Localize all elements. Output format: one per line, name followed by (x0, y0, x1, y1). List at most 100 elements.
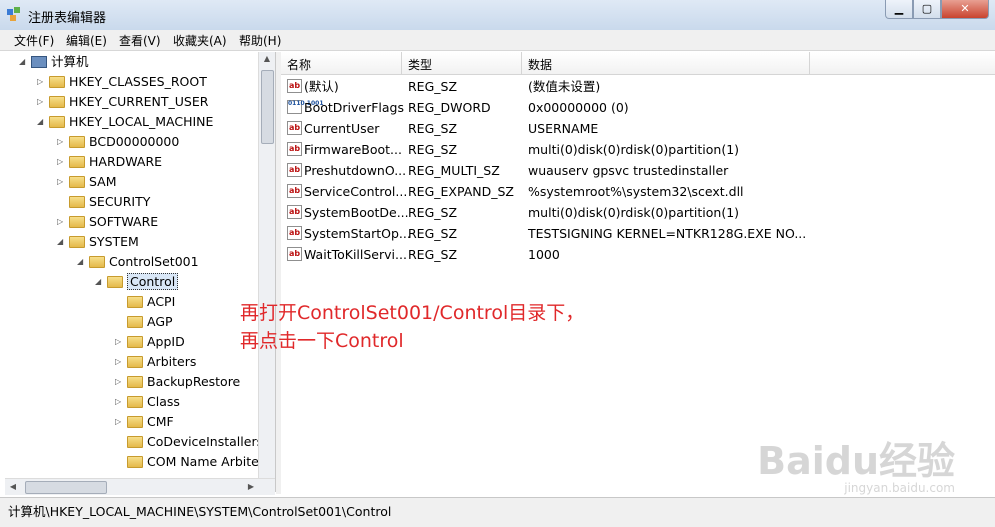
tree-node-label[interactable]: Control (127, 273, 179, 290)
value-row[interactable]: ab WaitToKillServi... REG_SZ 1000 (281, 244, 995, 265)
tree-node-label[interactable]: ControlSet001 (109, 254, 199, 269)
expanded-arrow-icon[interactable]: ◢ (77, 252, 87, 272)
tree-node-label[interactable]: SYSTEM (89, 234, 139, 249)
tree-node[interactable]: ▷ HARDWARE (57, 152, 162, 172)
expanded-arrow-icon[interactable]: ◢ (37, 112, 47, 132)
value-row[interactable]: ab SystemBootDe... REG_SZ multi(0)disk(0)rd… (281, 202, 995, 223)
menu-edit[interactable]: 编辑(E) (66, 32, 107, 49)
value-type: REG_SZ (408, 205, 458, 220)
column-header-data[interactable]: 数据 (528, 56, 552, 73)
tree-node[interactable]: SECURITY (57, 192, 150, 212)
menu-favorites[interactable]: 收藏夹(A) (173, 32, 227, 49)
value-row[interactable]: ab FirmwareBoot... REG_SZ multi(0)disk(0)rd… (281, 139, 995, 160)
folder-icon (69, 216, 85, 228)
scroll-right-arrow-icon[interactable]: ▶ (243, 479, 259, 495)
tree-node-label[interactable]: AGP (147, 314, 173, 329)
column-header-type[interactable]: 类型 (408, 56, 432, 73)
expanded-arrow-icon[interactable]: ◢ (57, 232, 67, 252)
tree-node[interactable]: ▷ HKEY_CLASSES_ROOT (37, 72, 207, 92)
collapsed-arrow-icon[interactable]: ▷ (115, 372, 125, 392)
tree-node[interactable]: ▷ Arbiters (115, 352, 196, 372)
scroll-left-arrow-icon[interactable]: ◀ (5, 479, 21, 495)
expanded-arrow-icon[interactable]: ◢ (19, 52, 29, 72)
collapsed-arrow-icon[interactable]: ▷ (115, 412, 125, 432)
tree-horizontal-scrollbar[interactable]: ◀ ▶ (5, 478, 275, 495)
tree-node[interactable]: ACPI (115, 292, 175, 312)
collapsed-arrow-icon[interactable]: ▷ (37, 92, 47, 112)
scroll-up-arrow-icon[interactable]: ▲ (259, 52, 275, 66)
tree-node[interactable]: ◢ 计算机 (19, 52, 89, 72)
tree-node-label[interactable]: COM Name Arbiter (147, 454, 264, 469)
collapsed-arrow-icon[interactable]: ▷ (57, 132, 67, 152)
collapsed-arrow-icon[interactable]: ▷ (57, 172, 67, 192)
value-row[interactable]: ab CurrentUser REG_SZ USERNAME (281, 118, 995, 139)
tree-node-label[interactable]: CoDeviceInstallers (147, 434, 263, 449)
collapsed-arrow-icon[interactable]: ▷ (115, 392, 125, 412)
tree-node-label[interactable]: SOFTWARE (89, 214, 158, 229)
tree-node[interactable]: ▷ Class (115, 392, 180, 412)
close-button[interactable]: ✕ (941, 0, 989, 19)
folder-icon (69, 196, 85, 208)
tree-node[interactable]: ◢ SYSTEM (57, 232, 139, 252)
tree-node-label[interactable]: BCD00000000 (89, 134, 179, 149)
tree-node[interactable]: AGP (115, 312, 173, 332)
folder-icon (107, 276, 123, 288)
tree-node[interactable]: ◢ Control (95, 272, 179, 292)
column-header-name[interactable]: 名称 (287, 56, 311, 73)
scroll-thumb-horizontal[interactable] (25, 481, 107, 494)
tree-node[interactable]: ▷ CMF (115, 412, 174, 432)
tree-node[interactable]: ◢ HKEY_LOCAL_MACHINE (37, 112, 213, 132)
tree-node-label[interactable]: CMF (147, 414, 174, 429)
tree-node[interactable]: ▷ AppID (115, 332, 185, 352)
value-type: REG_SZ (408, 121, 458, 136)
collapsed-arrow-icon[interactable]: ▷ (57, 152, 67, 172)
scroll-thumb[interactable] (261, 70, 274, 144)
tree-node-label[interactable]: HKEY_LOCAL_MACHINE (69, 114, 213, 129)
folder-icon (89, 256, 105, 268)
tree-node[interactable]: ▷ SAM (57, 172, 117, 192)
menu-help[interactable]: 帮助(H) (239, 32, 281, 49)
watermark-brand: Baidu经验 (757, 439, 955, 483)
tree-node[interactable]: CoDeviceInstallers (115, 432, 263, 452)
maximize-button[interactable]: ▢ (913, 0, 941, 19)
value-row[interactable]: 0110 1001 BootDriverFlags REG_DWORD 0x00000… (281, 97, 995, 118)
registry-tree[interactable]: ◢ 计算机 ▷ HKEY_CLASSES_ROOT ▷ HKEY_CURRENT_USER… (5, 52, 276, 492)
menu-view[interactable]: 查看(V) (119, 32, 161, 49)
tree-node-label[interactable]: SECURITY (89, 194, 150, 209)
folder-icon (127, 316, 143, 328)
value-data: USERNAME (528, 121, 599, 136)
tree-node-label[interactable]: HKEY_CLASSES_ROOT (69, 74, 207, 89)
value-row[interactable]: ab ServiceControl... REG_EXPAND_SZ %systemr… (281, 181, 995, 202)
value-data: 0x00000000 (0) (528, 100, 629, 115)
value-row[interactable]: ab SystemStartOp... REG_SZ TESTSIGNING KER… (281, 223, 995, 244)
tree-node-label[interactable]: ACPI (147, 294, 175, 309)
tree-node-label[interactable]: Class (147, 394, 180, 409)
tree-node-label[interactable]: HARDWARE (89, 154, 162, 169)
tree-node-label[interactable]: 计算机 (51, 54, 89, 69)
minimize-button[interactable]: ▁ (885, 0, 913, 19)
tree-node[interactable]: ▷ SOFTWARE (57, 212, 158, 232)
tree-vertical-scrollbar[interactable]: ▲ (258, 52, 275, 492)
tree-node-label[interactable]: SAM (89, 174, 117, 189)
value-row[interactable]: ab PreshutdownO... REG_MULTI_SZ wuauserv gp… (281, 160, 995, 181)
value-data: (数值未设置) (528, 79, 601, 94)
value-row[interactable]: ab (默认) REG_SZ (数值未设置) (281, 76, 995, 97)
status-path: 计算机\HKEY_LOCAL_MACHINE\SYSTEM\ControlSet… (8, 504, 392, 519)
tree-node-label[interactable]: BackupRestore (147, 374, 240, 389)
tree-node-label[interactable]: Arbiters (147, 354, 196, 369)
tree-node[interactable]: ▷ HKEY_CURRENT_USER (37, 92, 208, 112)
collapsed-arrow-icon[interactable]: ▷ (57, 212, 67, 232)
tree-node[interactable]: ▷ BCD00000000 (57, 132, 179, 152)
tree-node-label[interactable]: HKEY_CURRENT_USER (69, 94, 208, 109)
collapsed-arrow-icon[interactable]: ▷ (115, 352, 125, 372)
expanded-arrow-icon[interactable]: ◢ (95, 272, 105, 292)
menu-file[interactable]: 文件(F) (14, 32, 54, 49)
tree-node[interactable]: ◢ ControlSet001 (77, 252, 199, 272)
tree-node[interactable]: ▷ BackupRestore (115, 372, 240, 392)
collapsed-arrow-icon[interactable]: ▷ (115, 332, 125, 352)
tree-node-label[interactable]: AppID (147, 334, 185, 349)
title-bar: 注册表编辑器 ▁ ▢ ✕ (0, 0, 995, 30)
tree-node[interactable]: COM Name Arbiter (115, 452, 264, 472)
collapsed-arrow-icon[interactable]: ▷ (37, 72, 47, 92)
values-list[interactable]: 名称 类型 数据 ab (默认) REG_SZ (数值未设置) 0110 1001 Boo… (281, 52, 995, 494)
